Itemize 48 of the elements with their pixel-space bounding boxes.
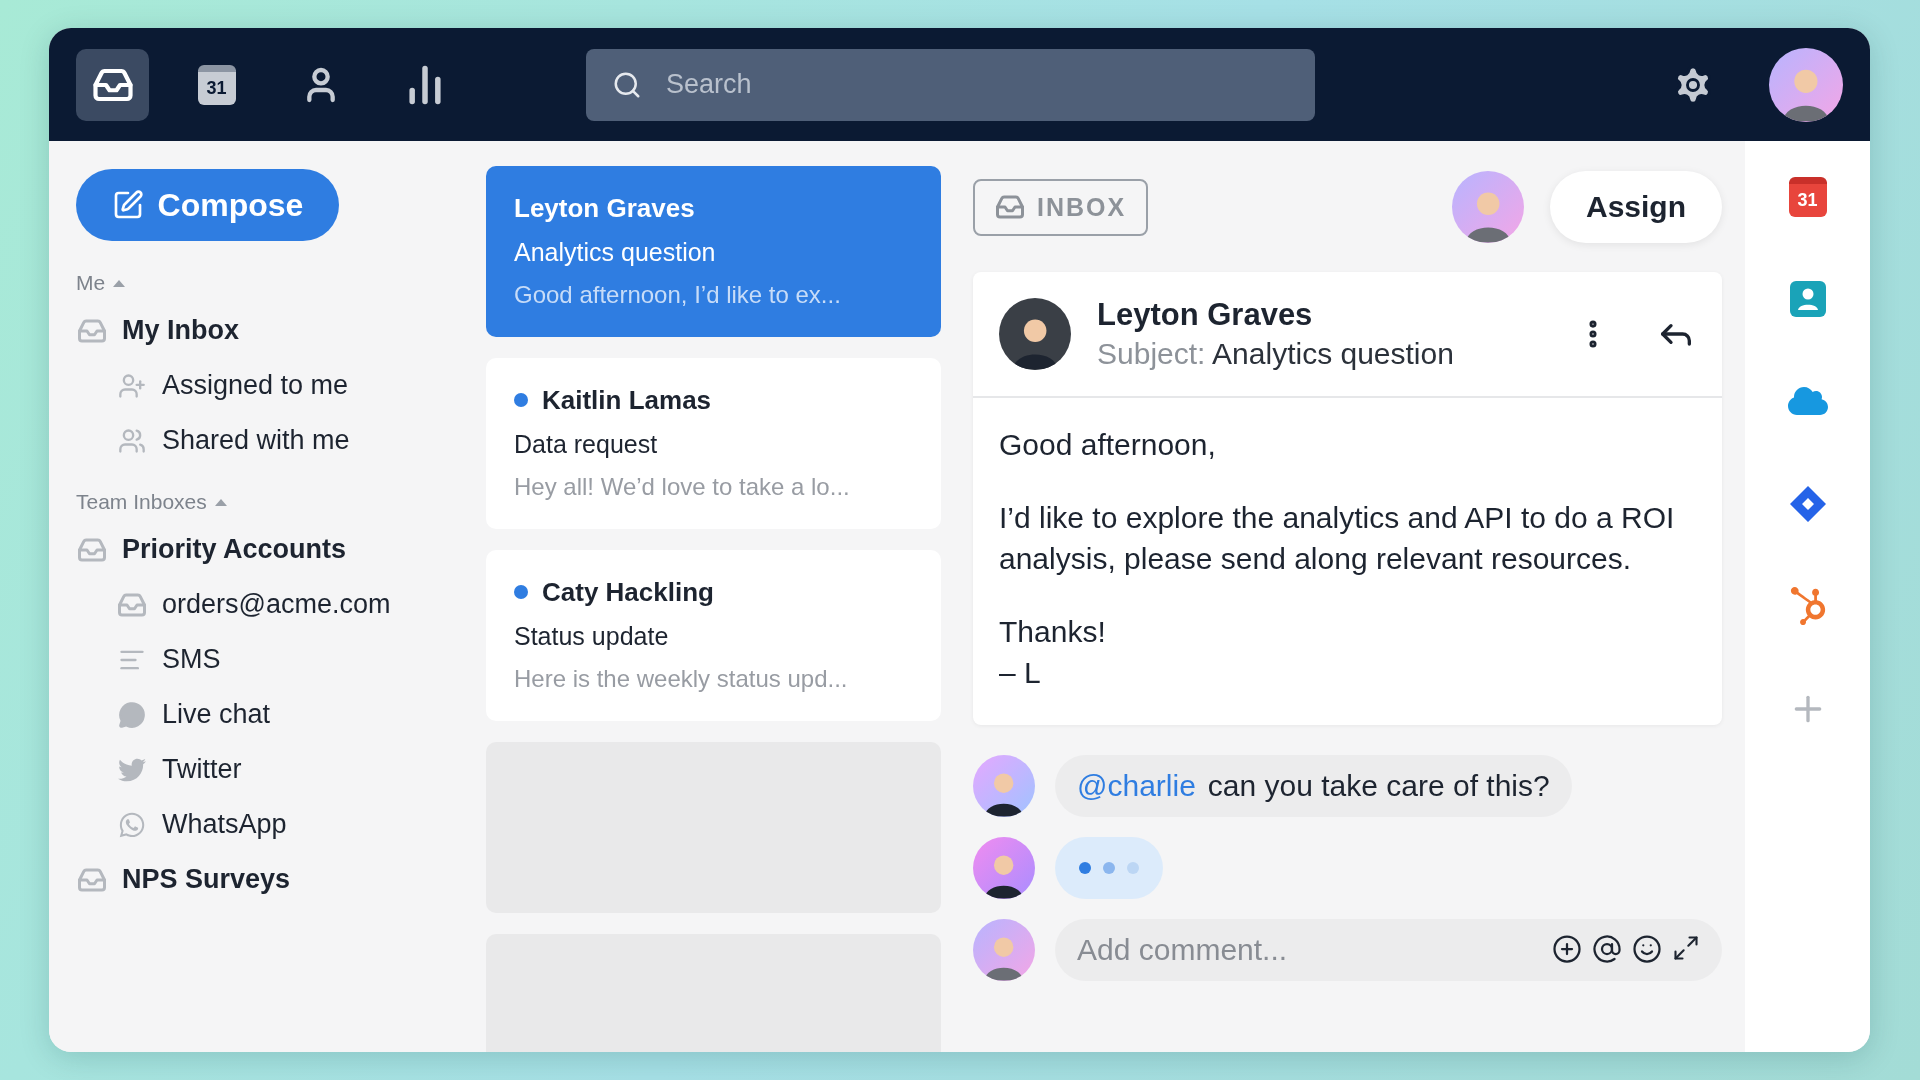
conversation-card[interactable]: Caty Hackling Status update Here is the weekly status upd... xyxy=(486,550,941,721)
comment-text: @charlie can you take care of this? xyxy=(1077,769,1550,803)
section-title: Me xyxy=(76,271,106,295)
sender-name: Caty Hackling xyxy=(542,576,714,608)
at-sign-icon[interactable] xyxy=(1592,934,1622,964)
smiley-icon[interactable] xyxy=(1632,934,1662,964)
sidebar-item[interactable]: Assigned to me xyxy=(76,358,458,413)
conversation-card[interactable]: Kaitlin Lamas Data request Hey all! We’d love to take a lo... xyxy=(486,358,941,529)
conversation-preview: Hey all! We’d love to take a lo... xyxy=(514,473,851,501)
section-title: Team Inboxes xyxy=(76,490,207,514)
chat-bubble-icon xyxy=(116,700,148,729)
sidebar-item[interactable]: orders@acme.com xyxy=(76,577,458,632)
conversation-subject: Data request xyxy=(514,430,659,459)
nav-tab[interactable]: 31 xyxy=(180,48,253,121)
message-subject: Subject: Analytics question xyxy=(1097,337,1455,371)
typing-dots-icon xyxy=(1078,861,1140,875)
message-text: Thanks! xyxy=(999,614,1107,650)
sender-name: Leyton Graves xyxy=(1097,297,1314,333)
people-icon xyxy=(116,426,148,455)
message-text: – L xyxy=(999,655,1042,691)
hub-icon[interactable] xyxy=(1788,587,1827,625)
search-field[interactable]: Search xyxy=(586,48,1315,121)
conversation-subject: Status update xyxy=(514,622,670,651)
add-icon[interactable] xyxy=(1552,934,1582,964)
compose-button[interactable]: Compose xyxy=(76,169,339,241)
message-text: Good afternoon, xyxy=(999,427,1217,463)
sidebar-item[interactable]: SMS xyxy=(76,632,458,687)
sidebar-item[interactable]: WhatsApp xyxy=(76,797,458,852)
sidebar-item[interactable]: NPS Surveys xyxy=(76,852,458,907)
conversation-preview: Good afternoon, I’d like to ex... xyxy=(514,281,842,309)
sidebar-item[interactable]: Live chat xyxy=(76,687,458,742)
comment-field[interactable]: Add comment... xyxy=(1055,919,1722,981)
diamond-icon[interactable] xyxy=(1788,485,1827,523)
calendar-icon[interactable]: 31 xyxy=(1788,177,1827,217)
sender-name: Kaitlin Lamas xyxy=(542,384,712,416)
sidebar-item[interactable]: Twitter xyxy=(76,742,458,797)
nav-tab[interactable] xyxy=(76,48,149,121)
sidebar-item[interactable]: Priority Accounts xyxy=(76,522,458,577)
conversation-subject: Analytics question xyxy=(514,238,717,267)
sidebar-item[interactable]: My Inbox xyxy=(76,303,458,358)
conversation-preview: Here is the weekly status upd... xyxy=(514,665,849,693)
conversation-card[interactable]: Leyton Graves Analytics question Good afternoon, I’d like to ex... xyxy=(486,166,941,337)
assign-button[interactable]: Assign xyxy=(1550,171,1722,243)
sidebar-item[interactable]: Shared with me xyxy=(76,413,458,468)
sender-name: Leyton Graves xyxy=(514,192,695,224)
tag-label: INBOX xyxy=(1037,192,1127,222)
calendar-icon: 31 xyxy=(197,64,236,105)
message-text: I’d like to explore the analytics and API to do a ROI analysis, please send along relevant resources. xyxy=(999,500,1676,577)
